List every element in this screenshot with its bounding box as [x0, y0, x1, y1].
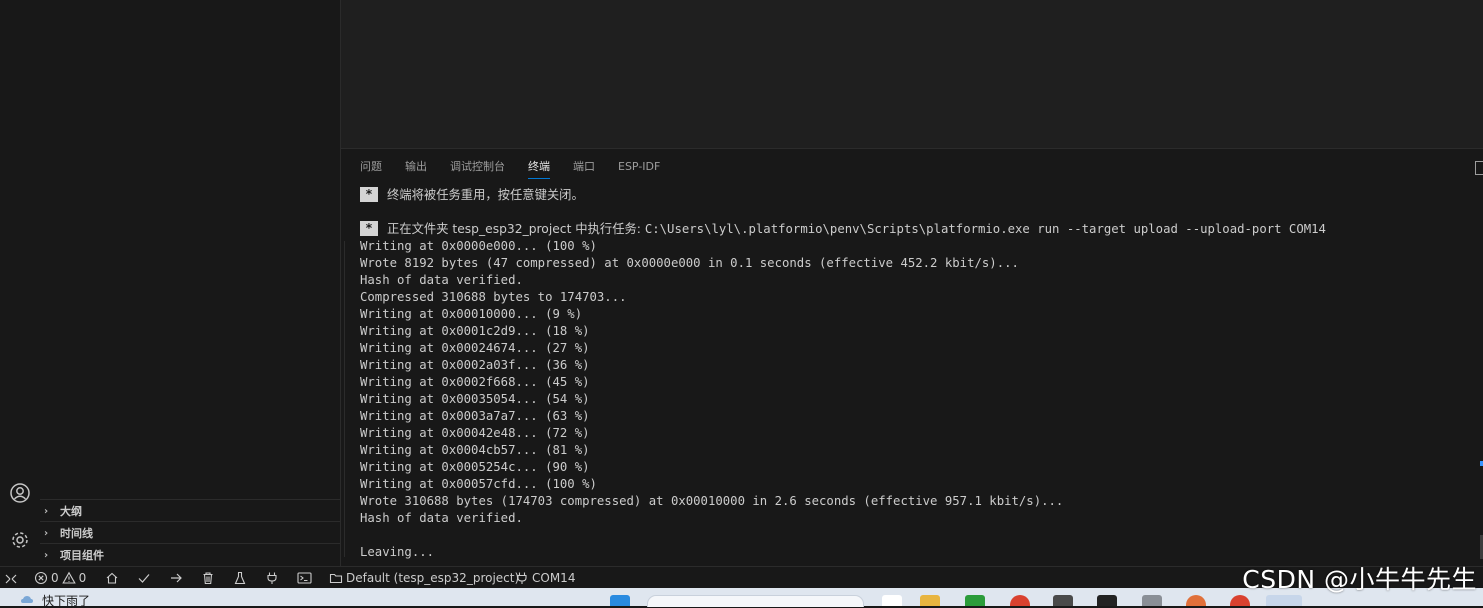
- taskbar-app-icon[interactable]: [1053, 595, 1073, 606]
- panel-tabs: 问题 输出 调试控制台 终端 端口 ESP-IDF: [360, 159, 683, 179]
- chevron-right-icon: ›: [44, 549, 49, 561]
- home-icon: [106, 572, 118, 584]
- terminal-line: Writing at 0x0000e000... (100 %): [360, 239, 597, 253]
- taskbar-app-icon[interactable]: [1097, 595, 1117, 606]
- terminal-line: Writing at 0x00024674... (27 %): [360, 341, 590, 355]
- remote-button[interactable]: [4, 567, 18, 589]
- terminal-line: Writing at 0x0005254c... (90 %): [360, 460, 590, 474]
- terminal-line: Writing at 0x0002a03f... (36 %): [360, 358, 590, 372]
- plug-icon: [517, 572, 527, 584]
- bottom-panel: 问题 输出 调试控制台 终端 端口 ESP-IDF * 终端将被任务重用，按任意键…: [341, 148, 1483, 567]
- taskbar-app-icon[interactable]: [1142, 595, 1162, 606]
- sidebar-section-label: 项目组件: [60, 549, 104, 562]
- terminal-line: Hash of data verified.: [360, 511, 523, 525]
- tab-debug-console[interactable]: 调试控制台: [450, 159, 505, 179]
- trash-icon: [203, 572, 213, 585]
- chevron-right-icon: ›: [44, 527, 49, 539]
- sidebar-section-label: 时间线: [60, 527, 93, 540]
- clean-button[interactable]: [201, 567, 215, 589]
- tab-output[interactable]: 输出: [405, 159, 427, 179]
- terminal-button[interactable]: [297, 567, 312, 589]
- build-button[interactable]: [137, 567, 151, 589]
- tab-terminal[interactable]: 终端: [528, 159, 550, 179]
- editor-area[interactable]: [341, 0, 1483, 148]
- vscode-taskbar-icon[interactable]: [1266, 595, 1302, 606]
- terminal-line: Writing at 0x00042e48... (72 %): [360, 426, 590, 440]
- account-icon[interactable]: [5, 478, 35, 508]
- terminal-line: Writing at 0x00035054... (54 %): [360, 392, 590, 406]
- environment-selector[interactable]: Default (tesp_esp32_project): [329, 567, 519, 589]
- problems-button[interactable]: 0 0: [34, 567, 86, 589]
- task-command: C:\Users\lyl\.platformio\penv\Scripts\pl…: [644, 222, 1326, 236]
- arrow-right-icon: [171, 573, 182, 583]
- flask-icon: [234, 571, 246, 585]
- upload-button[interactable]: [169, 567, 183, 589]
- task-star-badge: *: [360, 221, 378, 236]
- terminal-line: Writing at 0x00057cfd... (100 %): [360, 477, 597, 491]
- browser-icon[interactable]: [1010, 595, 1030, 606]
- warning-icon: [61, 571, 76, 584]
- serial-monitor-button[interactable]: [265, 567, 279, 589]
- plug-icon: [267, 572, 277, 584]
- terminal-icon: [297, 572, 312, 584]
- terminal-line: Compressed 310688 bytes to 174703...: [360, 290, 627, 304]
- sidebar-section-timeline[interactable]: › 时间线: [40, 521, 340, 544]
- tab-ports[interactable]: 端口: [573, 159, 595, 179]
- reuse-notice: 终端将被任务重用，按任意键关闭。: [387, 188, 584, 202]
- folder-icon: [329, 573, 343, 584]
- chevron-right-icon: ›: [44, 505, 49, 517]
- sidebar: › 大纲 › 时间线 › 项目组件: [40, 0, 341, 566]
- environment-label: Default (tesp_esp32_project): [346, 571, 520, 585]
- terminal-line: Writing at 0x0004cb57... (81 %): [360, 443, 590, 457]
- taskbar-search-box[interactable]: [647, 595, 864, 607]
- terminal-reuse-line: * 终端将被任务重用，按任意键关闭。: [360, 187, 1470, 204]
- port-label: COM14: [532, 571, 576, 585]
- remote-icon: [5, 574, 17, 584]
- home-button[interactable]: [105, 567, 119, 589]
- error-count: 0: [51, 571, 59, 585]
- check-icon: [138, 574, 150, 583]
- tab-problems[interactable]: 问题: [360, 159, 382, 179]
- taskbar-app-icon[interactable]: [1186, 595, 1206, 606]
- terminal-output[interactable]: * 终端将被任务重用，按任意键关闭。 * 正在文件夹 tesp_esp32_proj…: [360, 187, 1470, 561]
- taskbar-app-icon[interactable]: [965, 595, 985, 606]
- warning-count: 0: [78, 571, 87, 585]
- terminal-line: Writing at 0x0001c2d9... (18 %): [360, 324, 590, 338]
- weather-icon: [20, 594, 34, 606]
- terminal-task-line: * 正在文件夹 tesp_esp32_project 中执行任务: C:\User…: [360, 221, 1470, 238]
- task-prefix: 正在文件夹 tesp_esp32_project 中执行任务:: [387, 222, 645, 236]
- sidebar-section-label: 大纲: [60, 505, 82, 518]
- terminal-line: Wrote 310688 bytes (174703 compressed) a…: [360, 494, 1064, 508]
- terminal-line: Writing at 0x0003a7a7... (63 %): [360, 409, 590, 423]
- terminal-line: Wrote 8192 bytes (47 compressed) at 0x00…: [360, 256, 1019, 270]
- terminal-blank: [360, 204, 1470, 221]
- terminal-line: Writing at 0x0002f668... (45 %): [360, 375, 590, 389]
- terminal-line: Hash of data verified.: [360, 273, 523, 287]
- port-selector[interactable]: COM14: [515, 567, 575, 589]
- taskbar-app-icon[interactable]: [1230, 595, 1250, 606]
- start-icon[interactable]: [610, 595, 630, 606]
- terminal-gutter: [344, 241, 345, 557]
- file-explorer-icon[interactable]: [920, 595, 940, 606]
- taskbar-app-icon[interactable]: [882, 595, 902, 606]
- csdn-watermark: CSDN @小牛牛先生: [1242, 565, 1477, 594]
- sidebar-section-project-components[interactable]: › 项目组件: [40, 543, 340, 566]
- sidebar-section-outline[interactable]: › 大纲: [40, 499, 340, 522]
- terminal-lines: Writing at 0x0000e000... (100 %) Wrote 81…: [360, 238, 1470, 561]
- tab-esp-idf[interactable]: ESP-IDF: [618, 159, 660, 179]
- test-button[interactable]: [233, 567, 247, 589]
- gear-icon[interactable]: [5, 525, 35, 555]
- terminal-line: Leaving...: [360, 545, 435, 559]
- activity-bar: [0, 0, 41, 566]
- task-star-badge: *: [360, 187, 378, 202]
- error-icon: [34, 571, 48, 585]
- maximize-panel-icon[interactable]: [1475, 161, 1483, 175]
- terminal-line: Writing at 0x00010000... (9 %): [360, 307, 583, 321]
